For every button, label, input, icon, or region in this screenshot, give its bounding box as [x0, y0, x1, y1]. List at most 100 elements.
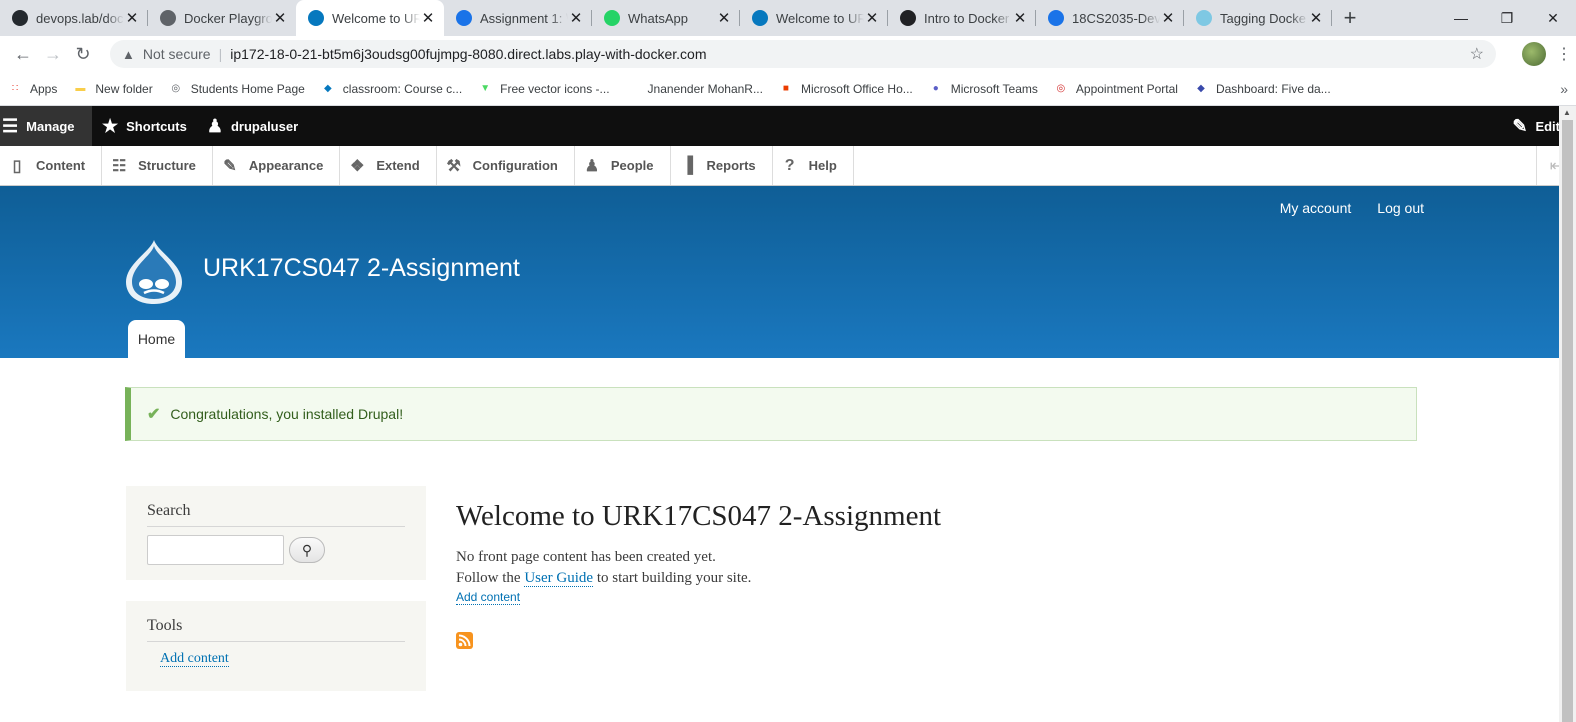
close-tab-icon[interactable]: ✕: [272, 9, 288, 27]
drupal-icon: [752, 10, 768, 26]
tray-item-configuration[interactable]: ⚒ Configuration: [437, 146, 575, 185]
browser-menu-icon[interactable]: ⋮: [1556, 44, 1572, 64]
browser-tab-strip: devops.lab/doc ✕ Docker Playgro ✕ Welcome to…: [0, 0, 1576, 36]
bookmark-label: Apps: [30, 81, 58, 96]
tray-item-structure[interactable]: ☷ Structure: [102, 146, 213, 185]
profile-avatar[interactable]: [1522, 42, 1546, 66]
scroll-up-icon[interactable]: ▲: [1563, 108, 1571, 117]
page-scrollbar[interactable]: ▲: [1559, 106, 1576, 722]
drupal-logo[interactable]: [124, 238, 184, 306]
minimize-icon[interactable]: —: [1438, 0, 1484, 36]
tray-item-label: Configuration: [472, 158, 558, 173]
browser-tab[interactable]: Intro to Docker ✕: [888, 0, 1036, 36]
browser-tab[interactable]: Tagging Docke ✕: [1184, 0, 1332, 36]
user-button[interactable]: ♟ drupaluser: [197, 106, 308, 146]
search-block-title: Search: [147, 502, 405, 527]
add-content-link[interactable]: Add content: [456, 590, 521, 605]
user-label: drupaluser: [230, 118, 299, 134]
bookmark-item[interactable]: ● Microsoft Teams: [929, 82, 1038, 96]
bookmark-item[interactable]: ■ Microsoft Office Ho...: [779, 82, 913, 96]
drupal-icon: [308, 10, 324, 26]
more-bookmarks-button[interactable]: »: [1560, 81, 1568, 97]
shortcuts-button[interactable]: ★ Shortcuts: [92, 106, 197, 146]
tab-title: WhatsApp: [628, 10, 688, 26]
edit-label: Edit: [1535, 118, 1560, 134]
tray-item-appearance[interactable]: ✎ Appearance: [213, 146, 341, 185]
bookmark-item[interactable]: ∷ Apps: [8, 81, 58, 96]
main-content: Welcome to URK17CS047 2-Assignment No fr…: [456, 500, 1356, 605]
status-message: ✔ Congratulations, you installed Drupal!: [125, 387, 1417, 441]
url-text[interactable]: ip172-18-0-21-bt5m6j3oudsg00fujmpg-8080.…: [230, 46, 1469, 62]
tray-item-label: Structure: [138, 158, 196, 173]
bookmark-star-icon[interactable]: ☆: [1470, 44, 1484, 64]
shield-icon: ◆: [1197, 83, 1205, 94]
address-toolbar: ← → ↻ ▲ Not secure | ip172-18-0-21-bt5m6…: [0, 36, 1576, 72]
tab-title: Welcome to UR: [332, 10, 420, 26]
reload-icon[interactable]: ↻: [68, 44, 98, 65]
bookmark-label: Free vector icons -...: [500, 81, 610, 96]
browser-tab[interactable]: Welcome to UR ✕: [296, 0, 444, 36]
bookmark-label: Students Home Page: [190, 81, 305, 96]
browser-tab[interactable]: 18CS2035-Dev ✕: [1036, 0, 1184, 36]
browser-tab[interactable]: Docker Playgro ✕: [148, 0, 296, 36]
blank-icon: [626, 82, 640, 96]
bookmark-item[interactable]: ▬ New folder: [73, 82, 152, 96]
globe-icon: ◎: [171, 83, 181, 94]
tray-item-help[interactable]: ? Help: [773, 146, 854, 185]
home-tab[interactable]: Home: [128, 320, 185, 358]
restore-icon[interactable]: ❐: [1484, 0, 1530, 36]
close-tab-icon[interactable]: ✕: [716, 9, 732, 27]
close-tab-icon[interactable]: ✕: [1308, 9, 1324, 27]
whatsapp-icon: [604, 10, 620, 26]
tray-item-content[interactable]: ▯ Content: [0, 146, 103, 185]
tray-item-extend[interactable]: ❖ Extend: [340, 146, 437, 185]
tray-item-label: Help: [808, 158, 837, 173]
search-input[interactable]: [147, 535, 284, 565]
bookmark-item[interactable]: ◎ Appointment Portal: [1054, 82, 1178, 96]
warning-triangle-icon[interactable]: ▲: [122, 47, 135, 62]
rss-feed-icon[interactable]: [456, 632, 473, 649]
log-out-link[interactable]: Log out: [1377, 200, 1424, 216]
forward-arrow-icon[interactable]: →: [38, 44, 68, 65]
new-tab-button[interactable]: +: [1332, 0, 1368, 36]
tray-item-people[interactable]: ♟ People: [575, 146, 671, 185]
close-tab-icon[interactable]: ✕: [864, 9, 880, 27]
my-account-link[interactable]: My account: [1280, 200, 1352, 216]
back-arrow-icon[interactable]: ←: [8, 44, 38, 65]
manage-button[interactable]: ☰ Manage: [0, 106, 92, 146]
tray-item-label: Appearance: [248, 158, 324, 173]
pencil-icon: ✎: [1512, 115, 1528, 136]
close-tab-icon[interactable]: ✕: [124, 9, 140, 27]
file-icon: ▯: [12, 157, 22, 175]
bookmark-item[interactable]: ▼ Free vector icons -...: [478, 82, 609, 96]
fingerprint-icon: ◎: [1056, 83, 1066, 94]
close-tab-icon[interactable]: ✕: [1012, 9, 1028, 27]
apps-grid-icon: ∷: [11, 83, 19, 94]
close-tab-icon[interactable]: ✕: [568, 9, 584, 27]
bookmark-label: New folder: [95, 81, 153, 96]
tools-block-title: Tools: [147, 617, 405, 642]
terminal-icon: [900, 10, 916, 26]
omnibox[interactable]: ▲ Not secure | ip172-18-0-21-bt5m6j3ouds…: [110, 40, 1496, 68]
tray-item-label: Reports: [706, 158, 756, 173]
close-tab-icon[interactable]: ✕: [420, 9, 436, 27]
tray-item-reports[interactable]: ▐ Reports: [671, 146, 773, 185]
close-tab-icon[interactable]: ✕: [1160, 9, 1176, 27]
bookmark-item[interactable]: ◎ Students Home Page: [169, 81, 305, 96]
close-window-icon[interactable]: ✕: [1530, 0, 1576, 36]
manage-label: Manage: [26, 118, 75, 134]
bookmark-item[interactable]: Jnanender MohanR...: [626, 82, 763, 96]
scrollbar-thumb[interactable]: [1562, 120, 1573, 722]
security-label[interactable]: Not secure: [143, 46, 211, 62]
browser-tab[interactable]: WhatsApp ✕: [592, 0, 740, 36]
browser-tab[interactable]: devops.lab/doc ✕: [0, 0, 148, 36]
tab-title: Welcome to UR: [776, 10, 864, 26]
bookmark-item[interactable]: ◆ classroom: Course c...: [321, 82, 462, 96]
bookmark-item[interactable]: ◆ Dashboard: Five da...: [1194, 82, 1331, 96]
user-guide-link[interactable]: User Guide: [524, 570, 594, 587]
site-name[interactable]: URK17CS047 2-Assignment: [203, 254, 520, 283]
browser-tab[interactable]: Welcome to UR ✕: [740, 0, 888, 36]
tools-add-content-link[interactable]: Add content: [160, 651, 229, 667]
search-button[interactable]: ⚲: [289, 537, 325, 563]
browser-tab[interactable]: Assignment 1: \ ✕: [444, 0, 592, 36]
